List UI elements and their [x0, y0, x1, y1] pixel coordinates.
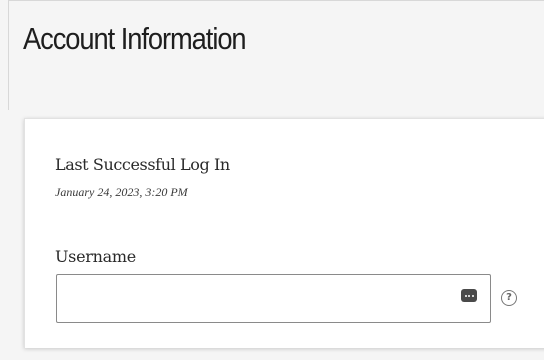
- last-login-value: January 24, 2023, 3:20 PM: [55, 185, 188, 199]
- page: Account Information Last Successful Log …: [0, 0, 544, 360]
- autofill-icon[interactable]: [461, 289, 477, 302]
- page-title: Account Information: [23, 21, 247, 56]
- page-header: Account Information: [8, 0, 544, 110]
- help-icon[interactable]: ?: [501, 290, 517, 306]
- username-input[interactable]: [56, 274, 491, 323]
- account-info-card: Last Successful Log In January 24, 2023,…: [24, 118, 544, 348]
- username-label: Username: [55, 247, 136, 266]
- last-login-label: Last Successful Log In: [55, 155, 230, 174]
